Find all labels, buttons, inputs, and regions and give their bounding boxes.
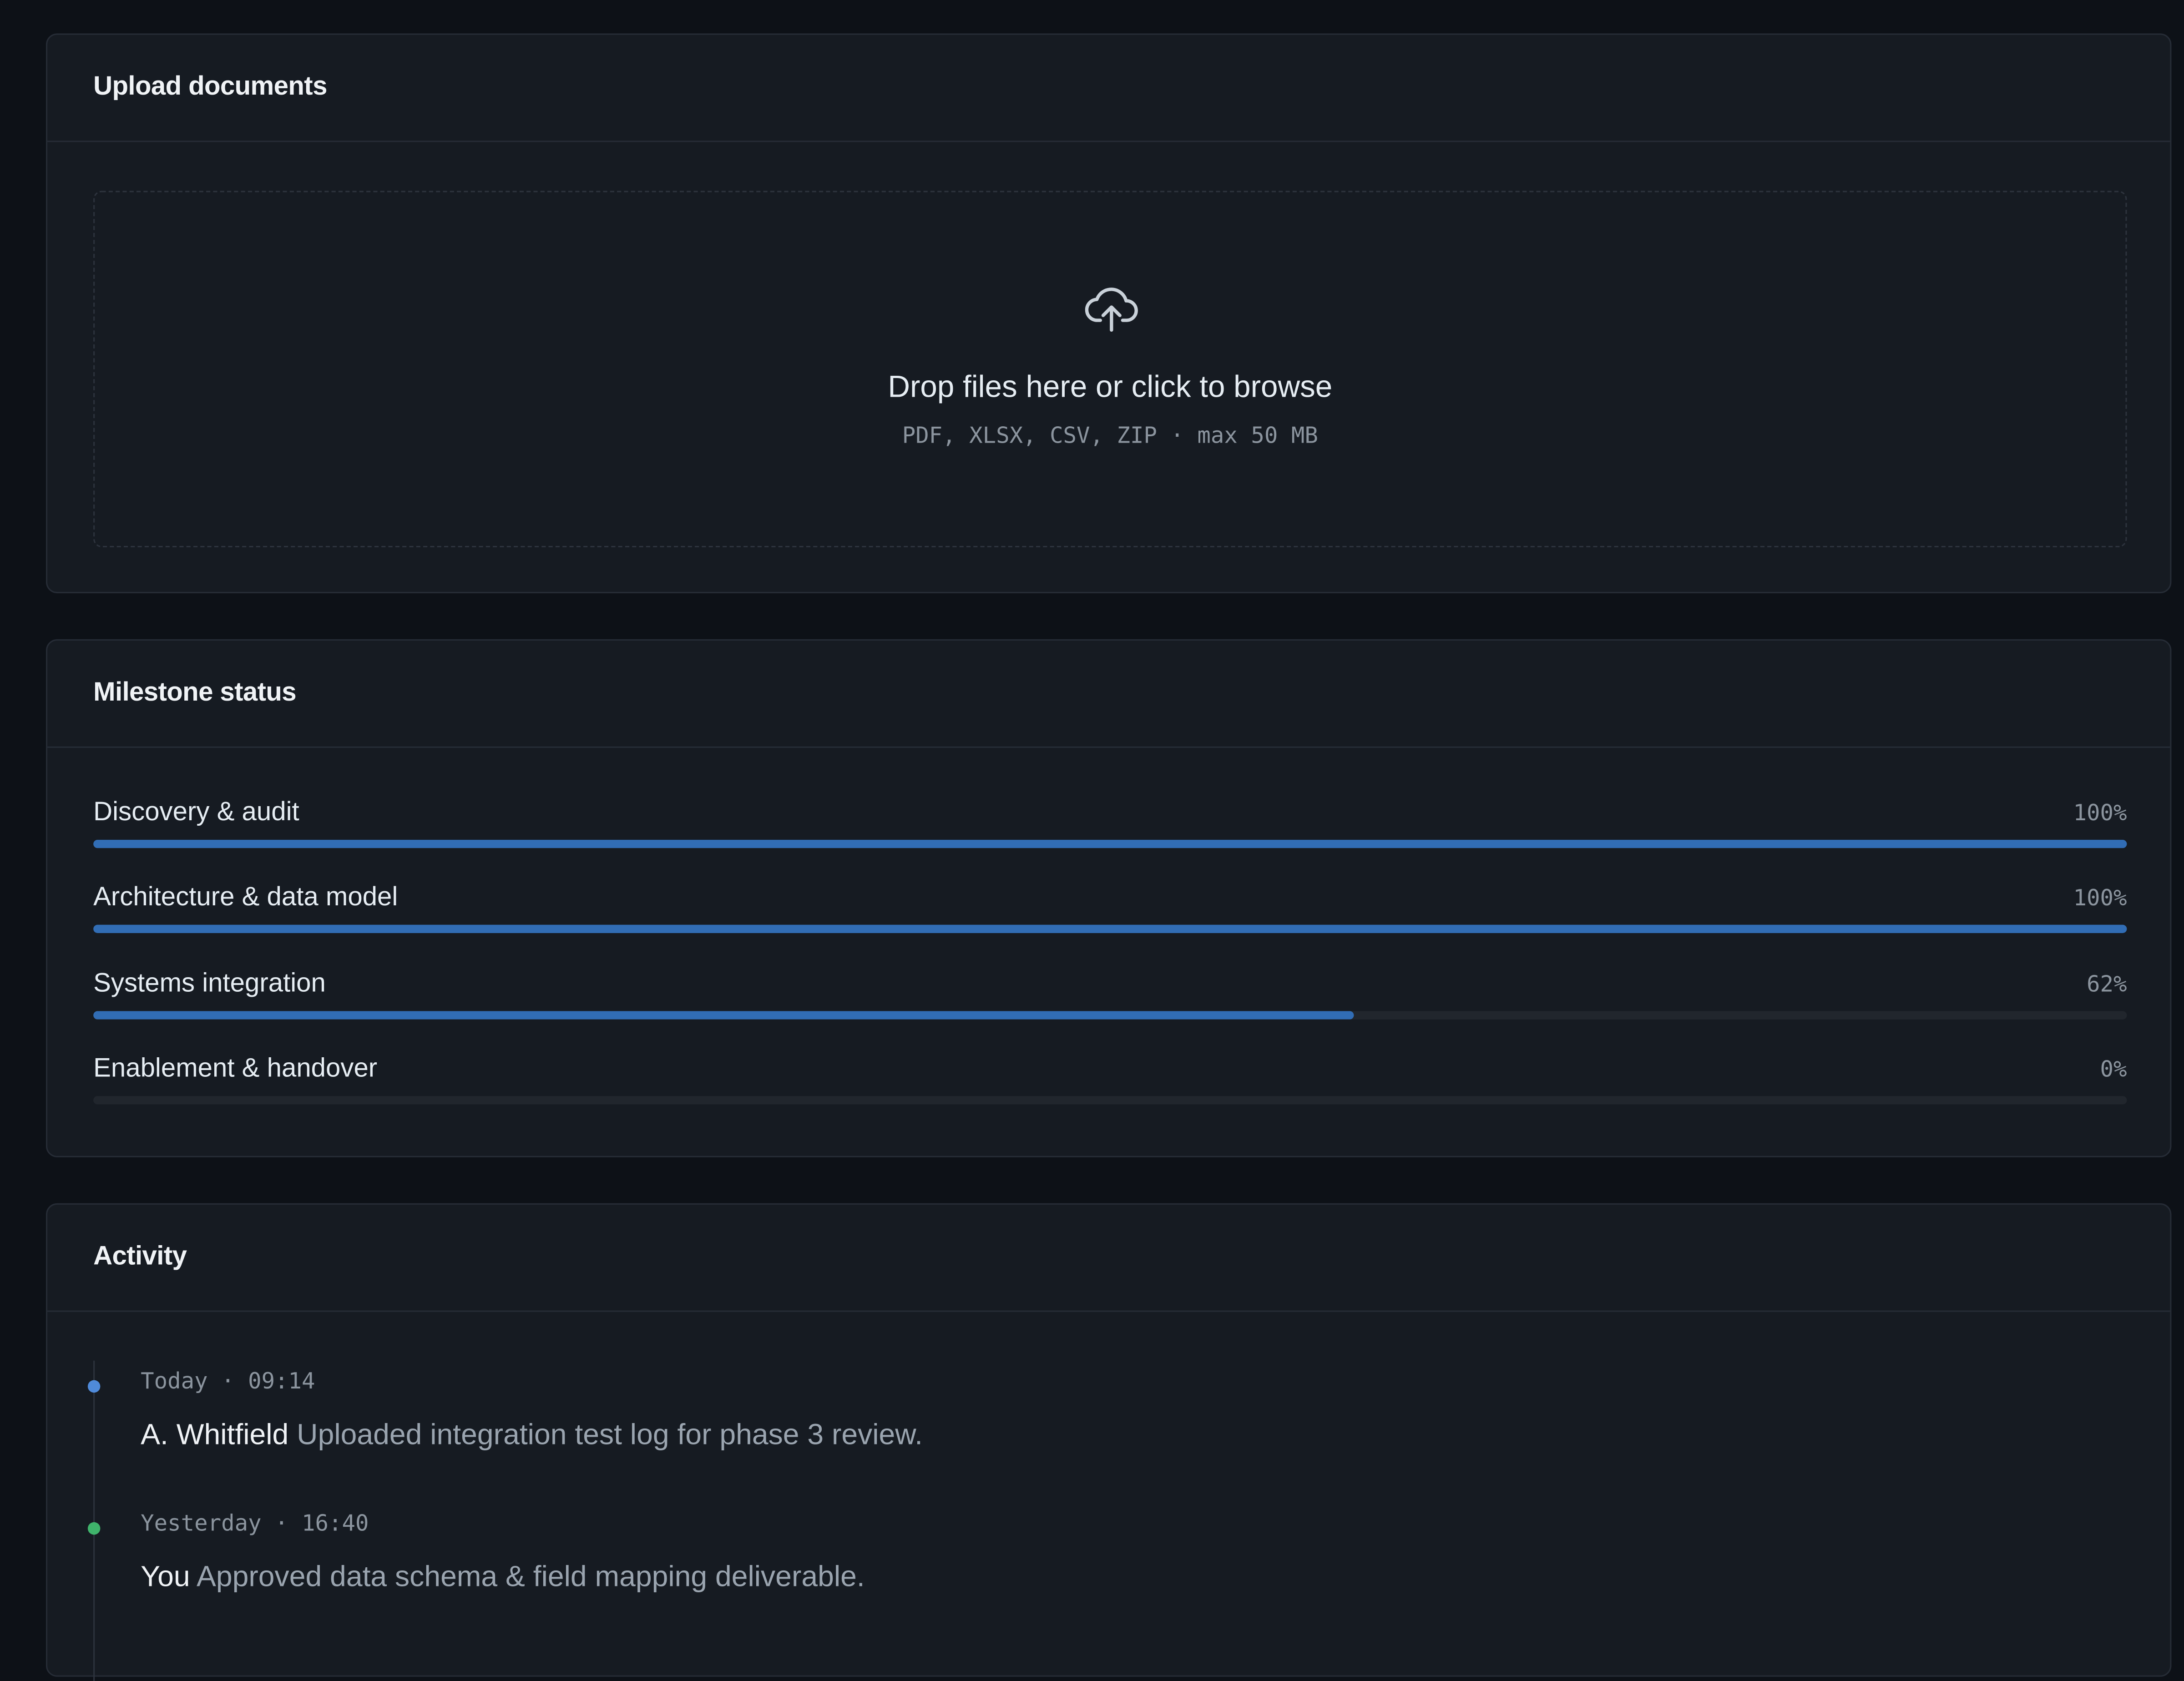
activity-item: Yesterday · 16:40 You Approved data sche… — [87, 1508, 2043, 1620]
timeline-dot — [87, 1380, 101, 1393]
milestone-label: Architecture & data model — [93, 883, 398, 913]
milestone-progress-track — [93, 1011, 2127, 1020]
milestone-percent: 100% — [2073, 884, 2127, 911]
milestone-progress-fill — [93, 839, 2127, 848]
upload-card-title: Upload documents — [93, 72, 327, 102]
dropzone-title: Drop files here or click to browse — [888, 369, 1333, 404]
activity-actor: A. Whitfield — [141, 1419, 289, 1451]
activity-card-title: Activity — [93, 1242, 187, 1272]
milestone-label: Systems integration — [93, 969, 326, 999]
activity-card-header: Activity — [47, 1205, 2170, 1312]
activity-message: Uploaded integration test log for phase … — [297, 1419, 923, 1451]
timeline-dot — [87, 1522, 101, 1535]
milestone-row: Architecture & data model 100% — [93, 882, 2127, 951]
milestone-percent: 100% — [2073, 799, 2127, 826]
milestone-progress-track — [93, 839, 2127, 848]
stage: Upload documents Drop files here or clic… — [0, 0, 2184, 1681]
milestone-row: Enablement & handover 0% — [93, 1053, 2127, 1122]
milestone-label: Enablement & handover — [93, 1054, 378, 1084]
cloud-upload-icon — [1085, 288, 1138, 332]
milestone-row: Systems integration 62% — [93, 968, 2127, 1038]
upload-card-header: Upload documents — [47, 35, 2170, 142]
activity-description: A. Whitfield Uploaded integration test l… — [141, 1416, 923, 1455]
activity-timestamp: Yesterday · 16:40 — [141, 1509, 369, 1536]
milestone-progress-fill — [93, 1011, 1355, 1020]
upload-documents-card: Upload documents Drop files here or clic… — [46, 33, 2172, 594]
milestone-progress-fill — [93, 924, 2127, 934]
activity-description: You Approved data schema & field mapping… — [141, 1558, 865, 1597]
activity-timestamp: Today · 09:14 — [141, 1368, 315, 1394]
activity-item: Today · 09:14 A. Whitfield Uploaded inte… — [87, 1366, 2043, 1478]
activity-message: Approved data schema & field mapping del… — [197, 1561, 865, 1594]
milestone-percent: 62% — [2086, 970, 2127, 997]
milestone-label: Discovery & audit — [93, 798, 299, 828]
dropzone-file-types: PDF, XLSX, CSV, ZIP · max 50 MB — [902, 422, 1318, 449]
activity-card: Activity Today · 09:14 A. Whitfield Uplo… — [46, 1203, 2172, 1681]
activity-actor: You — [141, 1561, 190, 1594]
milestone-status-card: Milestone status Discovery & audit 100% … — [46, 639, 2172, 1157]
milestone-progress-track — [93, 1096, 2127, 1105]
milestone-progress-track — [93, 924, 2127, 934]
file-dropzone[interactable]: Drop files here or click to browse PDF, … — [93, 191, 2127, 548]
milestone-percent: 0% — [2100, 1055, 2127, 1082]
milestone-row: Discovery & audit 100% — [93, 797, 2127, 866]
milestone-card-header: Milestone status — [47, 641, 2170, 748]
milestone-card-title: Milestone status — [93, 678, 297, 708]
